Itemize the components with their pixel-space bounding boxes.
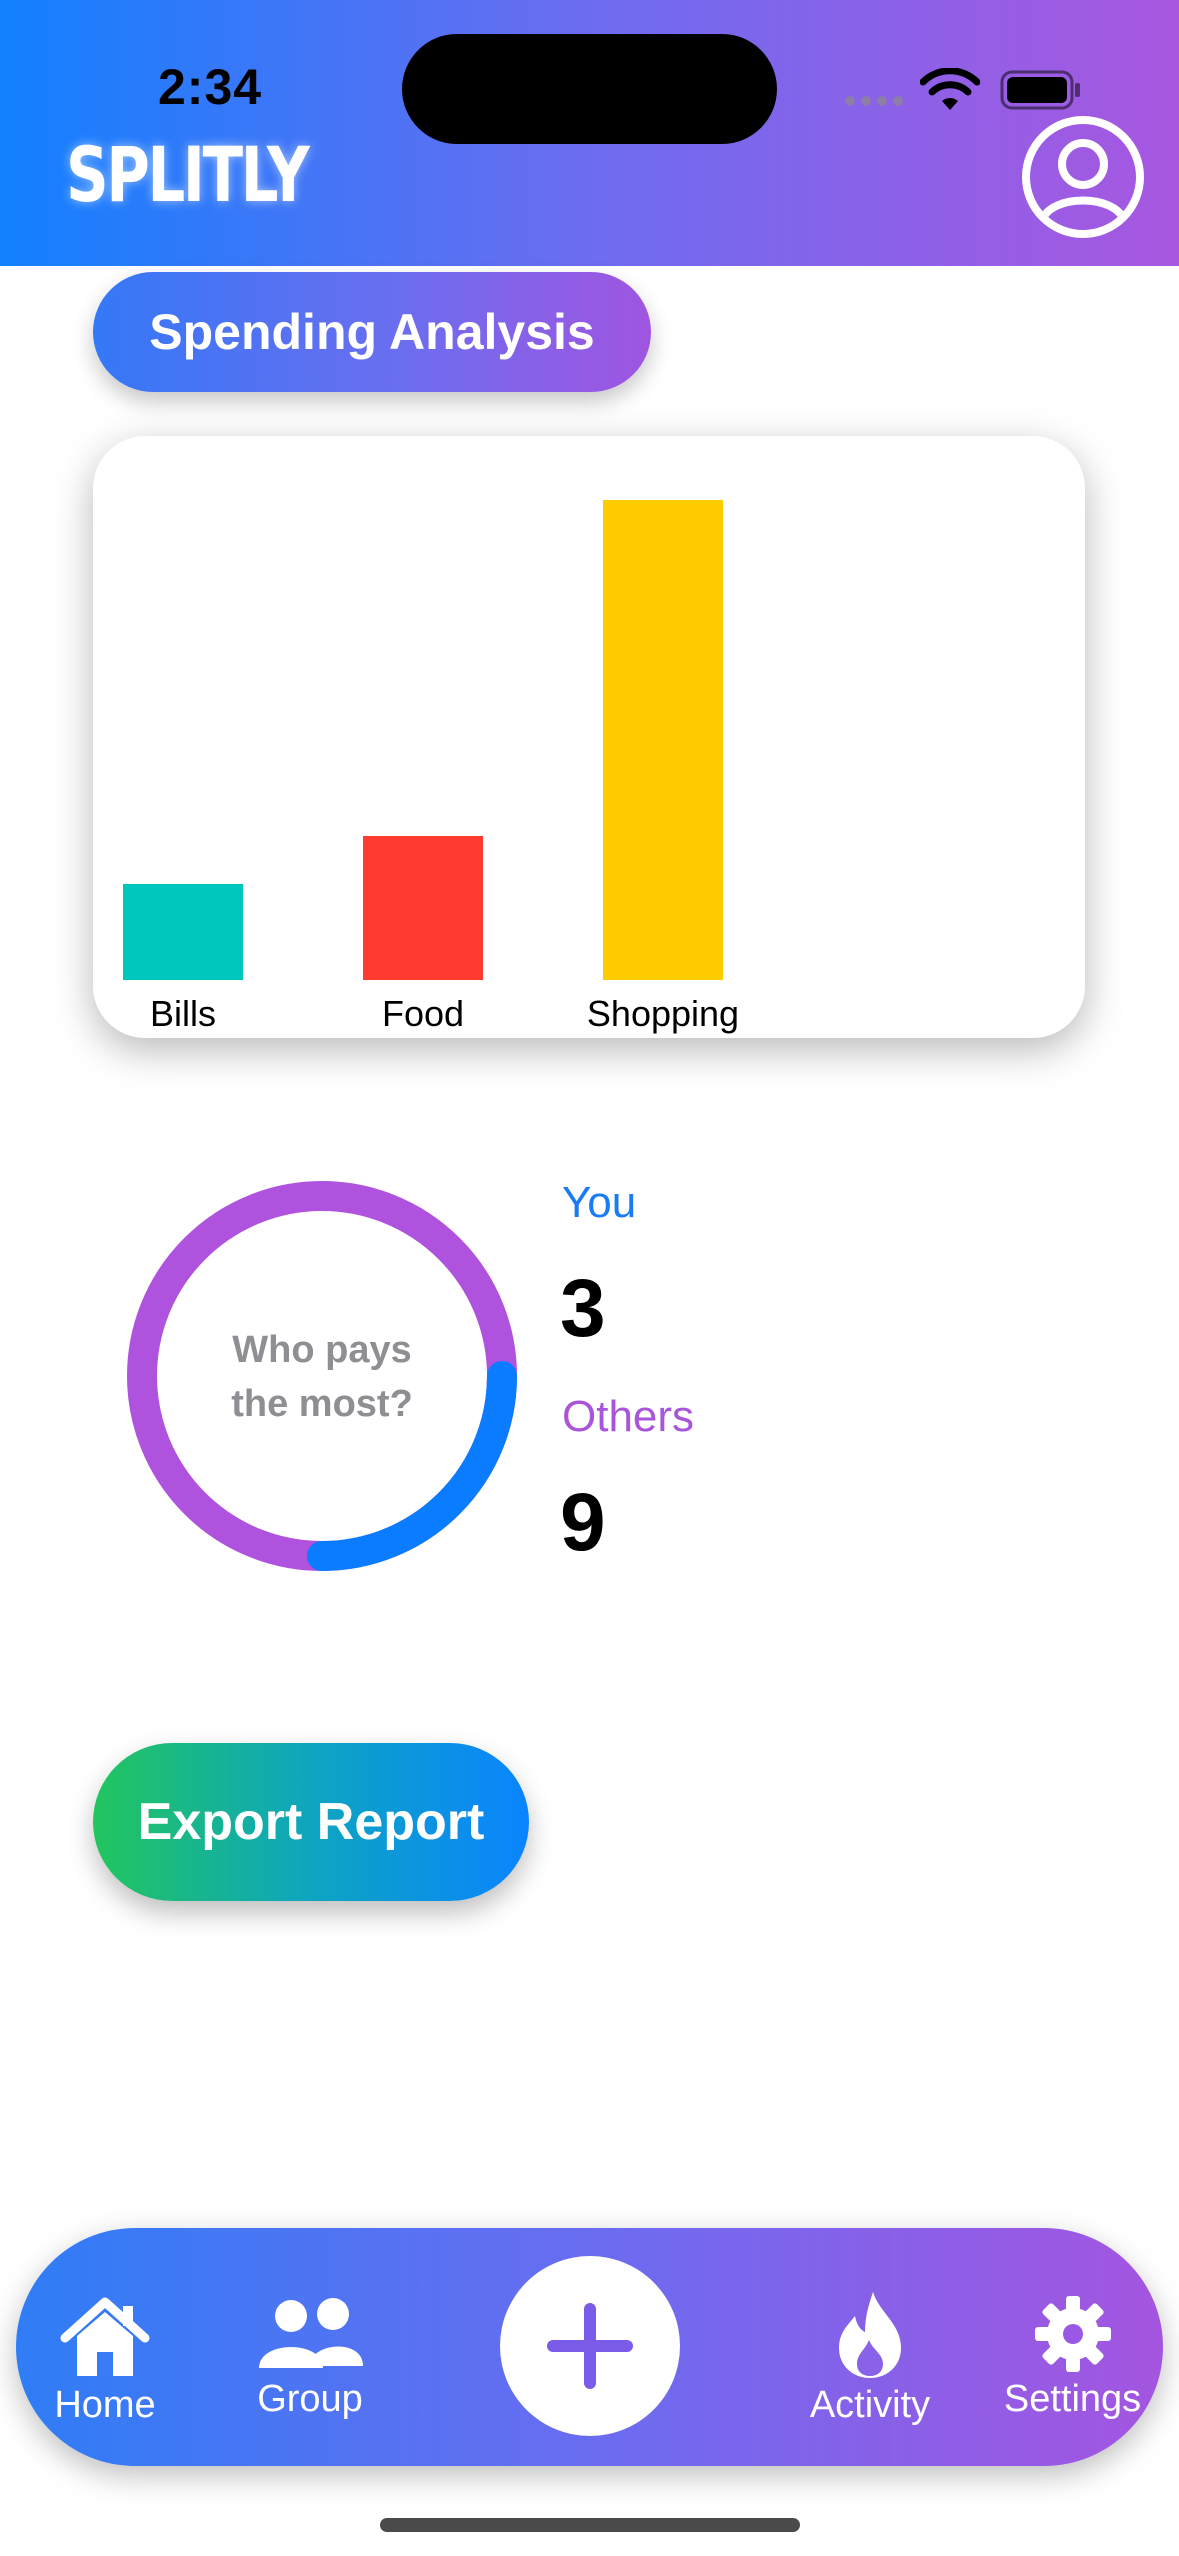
donut-center-line-2: the most? — [231, 1383, 413, 1425]
tab-home-label: Home — [54, 2384, 156, 2426]
spending-bar-chart: Bills Food Shopping — [123, 500, 739, 1034]
spending-chart-card: Bills Food Shopping — [93, 436, 1085, 1038]
battery-icon — [1000, 70, 1080, 110]
tick-label-food: Food — [382, 993, 464, 1034]
who-pays-donut: Who pays the most? — [124, 1178, 520, 1574]
bar-shopping — [603, 500, 723, 980]
profile-button[interactable] — [1022, 116, 1144, 238]
plus-icon — [547, 2303, 633, 2389]
add-button[interactable] — [500, 2256, 680, 2436]
wifi-icon — [920, 68, 980, 110]
legend-others-label: Others — [562, 1392, 695, 1441]
tick-label-bills: Bills — [150, 993, 216, 1034]
export-report-button[interactable]: Export Report — [93, 1743, 529, 1901]
gear-icon — [1034, 2296, 1111, 2372]
donut-center-line-1: Who pays — [232, 1329, 412, 1371]
people-icon — [259, 2298, 363, 2368]
dynamic-island — [402, 34, 777, 144]
tab-settings-label: Settings — [1003, 2378, 1142, 2420]
tick-label-shopping: Shopping — [587, 993, 739, 1034]
tab-activity-label: Activity — [809, 2384, 931, 2426]
brand-logo: SPLITLY — [66, 130, 310, 219]
tab-group-label: Group — [257, 2378, 363, 2420]
app-screen: 2:34 SPLITLY Spending Analysis Bills Food… — [0, 0, 1179, 2556]
cellular-signal-icon — [845, 96, 903, 106]
spending-analysis-pill: Spending Analysis — [93, 272, 651, 392]
app-header: 2:34 SPLITLY — [0, 0, 1179, 266]
tab-group[interactable]: Group — [235, 2294, 385, 2421]
tab-settings[interactable]: Settings — [995, 2294, 1150, 2421]
legend-you-label: You — [562, 1178, 637, 1227]
house-icon — [60, 2297, 150, 2376]
bar-food — [363, 836, 483, 980]
person-circle-icon — [1038, 139, 1128, 223]
home-indicator — [380, 2518, 800, 2532]
legend-you-value: 3 — [560, 1263, 606, 1354]
donut-center-label: Who pays the most? — [124, 1323, 520, 1431]
bar-bills — [123, 884, 243, 980]
status-time: 2:34 — [158, 59, 263, 115]
tab-home[interactable]: Home — [30, 2296, 180, 2427]
tab-activity[interactable]: Activity — [790, 2290, 950, 2427]
legend-others-value: 9 — [560, 1477, 606, 1568]
flame-icon — [839, 2292, 901, 2378]
